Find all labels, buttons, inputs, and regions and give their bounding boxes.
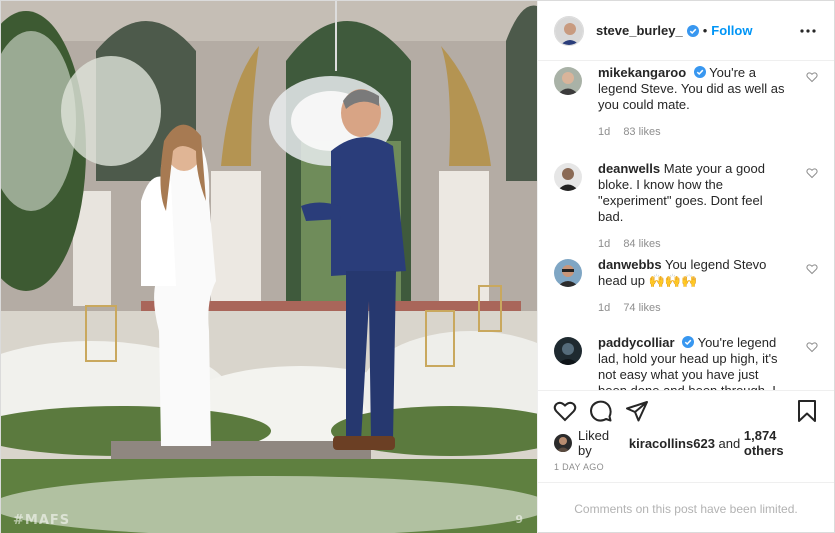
separator-dot: • (702, 23, 708, 38)
follow-button[interactable]: Follow (711, 23, 752, 38)
liked-by-prefix: Liked by (578, 428, 610, 458)
more-options-icon (800, 28, 816, 33)
bookmark-icon (798, 399, 816, 422)
heart-icon[interactable] (806, 341, 818, 353)
share-button[interactable] (624, 398, 650, 424)
comment-bubble-icon (590, 400, 612, 422)
comment-button[interactable] (588, 398, 614, 424)
comment-body: paddycolliar You're legend lad, hold you… (598, 335, 788, 390)
comment-time[interactable]: 1d (598, 238, 610, 250)
verified-badge-icon (686, 24, 699, 37)
comment-time[interactable]: 1d (598, 126, 610, 138)
heart-icon[interactable] (806, 71, 818, 83)
author-username[interactable]: steve_burley_ (596, 23, 683, 38)
liked-by-user[interactable]: kiracollins623 (629, 436, 715, 451)
liked-by-count[interactable]: 1,874 others (744, 428, 818, 458)
comment-username[interactable]: mikekangaroo (598, 65, 686, 80)
post-photo[interactable]: #MAFS 9 (1, 1, 537, 533)
wedding-scene-illustration (1, 1, 537, 533)
comment-username[interactable]: danwebbs (598, 257, 662, 272)
verified-badge-icon (682, 336, 695, 348)
comment-avatar[interactable] (554, 259, 582, 287)
comment-likes[interactable]: 74 likes (623, 302, 660, 314)
comment-avatar[interactable] (554, 337, 582, 365)
comment-body: danwebbs You legend Stevo head up 🙌🙌🙌 1d… (598, 257, 788, 333)
comment-likes[interactable]: 83 likes (623, 126, 660, 138)
post-header: steve_burley_ • Follow (538, 1, 834, 61)
action-bar (538, 390, 834, 430)
channel-watermark: 9 (515, 513, 523, 526)
comments-list[interactable]: mikekangaroo You're a legend Steve. You … (538, 61, 834, 390)
comments-limited-notice: Comments on this post have been limited. (538, 482, 834, 533)
comment-item: danwebbs You legend Stevo head up 🙌🙌🙌 1d… (554, 255, 818, 333)
comment-username[interactable]: deanwells (598, 161, 660, 176)
liker-avatar[interactable] (554, 434, 572, 452)
verified-badge-icon (693, 66, 706, 78)
show-watermark-left: #MAFS (13, 513, 71, 528)
liked-by-row: Liked by kiracollins623 and 1,874 others (538, 428, 834, 458)
heart-icon[interactable] (806, 263, 818, 275)
comment-body: mikekangaroo You're a legend Steve. You … (598, 65, 788, 159)
more-options-button[interactable] (798, 21, 818, 41)
comment-item: paddycolliar You're legend lad, hold you… (554, 333, 818, 390)
comment-avatar[interactable] (554, 67, 582, 95)
comment-avatar[interactable] (554, 163, 582, 191)
paper-plane-icon (626, 400, 648, 421)
liked-by-middle: and (718, 435, 741, 451)
comment-body: deanwells Mate your a good bloke. I know… (598, 161, 788, 255)
comment-item: deanwells Mate your a good bloke. I know… (554, 159, 818, 255)
post-timestamp[interactable]: 1 DAY AGO (538, 456, 834, 482)
comment-likes[interactable]: 84 likes (623, 238, 660, 250)
post-side-panel: steve_burley_ • Follow mikekangaroo You'… (537, 1, 834, 533)
comment-item: mikekangaroo You're a legend Steve. You … (554, 63, 818, 159)
comment-time[interactable]: 1d (598, 302, 610, 314)
comment-meta: 1d 84 likes (598, 236, 788, 252)
heart-icon (553, 401, 577, 421)
author-avatar[interactable] (554, 15, 584, 46)
instagram-post: #MAFS 9 steve_burley_ • Follow mikekanga… (0, 0, 835, 533)
comment-username[interactable]: paddycolliar (598, 335, 675, 350)
save-button[interactable] (794, 398, 820, 424)
comment-meta: 1d 83 likes (598, 124, 788, 140)
comment-meta: 1d 74 likes (598, 300, 788, 316)
heart-icon[interactable] (806, 167, 818, 179)
like-button[interactable] (552, 398, 578, 424)
